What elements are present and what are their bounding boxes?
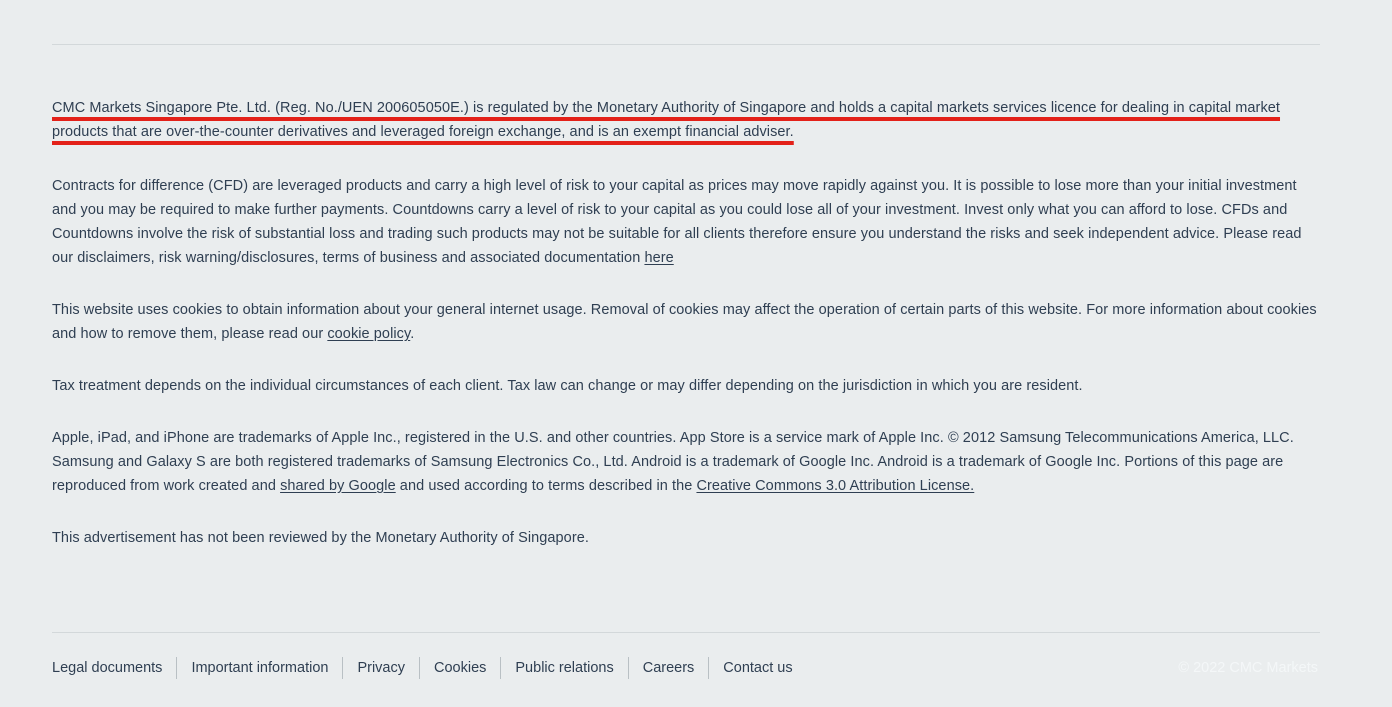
footer-disclaimer-page: CMC Markets Singapore Pte. Ltd. (Reg. No… [0, 0, 1392, 707]
advertisement-notice-paragraph: This advertisement has not been reviewed… [52, 530, 589, 546]
cookie-notice-text: This website uses cookies to obtain info… [52, 302, 1317, 342]
top-divider [52, 44, 1320, 45]
footer-link-legal-documents[interactable]: Legal documents [52, 656, 176, 680]
footer-divider [52, 632, 1320, 633]
copyright-text: © 2022 CMC Markets [1178, 660, 1318, 676]
disclaimer-content: CMC Markets Singapore Pte. Ltd. (Reg. No… [52, 96, 1322, 550]
tax-notice-paragraph: Tax treatment depends on the individual … [52, 378, 1083, 394]
risk-warning-text: Contracts for difference (CFD) are lever… [52, 178, 1302, 266]
cookie-notice-text-end: . [410, 326, 415, 342]
creative-commons-license-link[interactable]: Creative Commons 3.0 Attribution License… [696, 478, 974, 494]
footer-link-careers[interactable]: Careers [629, 656, 709, 680]
footer-link-privacy[interactable]: Privacy [343, 656, 419, 680]
footer-link-important-information[interactable]: Important information [177, 656, 342, 680]
risk-warning-paragraph: Contracts for difference (CFD) are lever… [52, 174, 1322, 270]
cookie-notice-paragraph: This website uses cookies to obtain info… [52, 298, 1322, 346]
shared-by-google-link[interactable]: shared by Google [280, 478, 396, 494]
site-footer: Legal documents Important information Priv… [52, 656, 1320, 680]
footer-link-contact-us[interactable]: Contact us [709, 656, 806, 680]
trademark-notice-paragraph: Apple, iPad, and iPhone are trademarks o… [52, 426, 1322, 498]
footer-link-public-relations[interactable]: Public relations [501, 656, 627, 680]
regulatory-notice-paragraph: CMC Markets Singapore Pte. Ltd. (Reg. No… [52, 100, 1281, 140]
cookie-policy-link[interactable]: cookie policy [327, 326, 410, 342]
trademark-notice-text-middle: and used according to terms described in… [395, 478, 697, 494]
risk-disclosures-link[interactable]: here [644, 250, 673, 266]
footer-link-cookies[interactable]: Cookies [420, 656, 500, 680]
footer-nav: Legal documents Important information Priv… [52, 656, 807, 680]
